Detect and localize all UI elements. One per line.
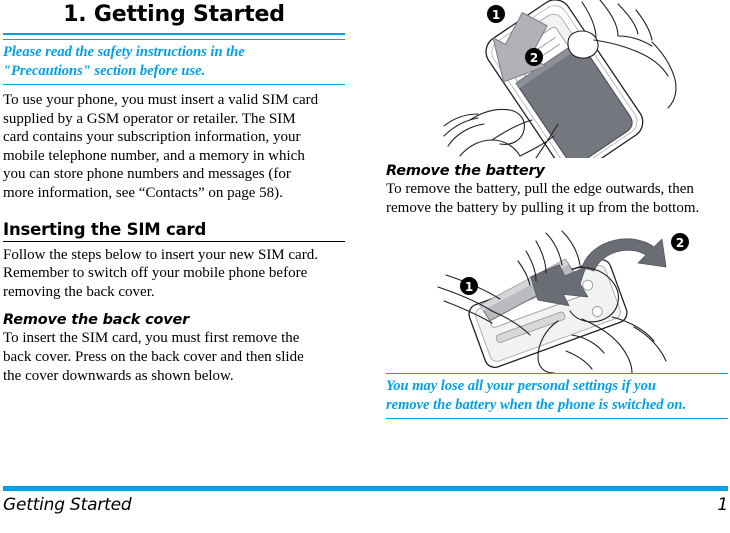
intro-line-3: card contains your subscription informat… (3, 129, 301, 146)
intro-line-6: more information, see “Contacts” on page… (3, 184, 283, 201)
sub-back-cover-line-2: back cover. Press on the back cover and … (3, 348, 304, 365)
illustration-remove-back-cover: 1 2 (443, 0, 677, 158)
section-heading-inserting-sim-card: Inserting the SIM card (3, 219, 207, 239)
warning-rule-bottom (386, 418, 728, 420)
page-footer: Getting Started 1 (3, 486, 728, 515)
section-line-3: removing the back cover. (3, 283, 155, 300)
manual-page: 1. Getting Started Please read the safet… (0, 0, 730, 533)
intro-line-2: supplied by a GSM operator or retailer. … (3, 110, 296, 127)
right-column: 1 2 Remove the battery To remove the bat… (386, 0, 728, 420)
section-paragraph: Follow the steps below to insert your ne… (3, 242, 345, 302)
intro-paragraph: To use your phone, you must insert a val… (3, 85, 345, 203)
badge-2-icon: 2 (525, 48, 543, 66)
safety-callout-line-2: "Precautions" section before use. (3, 63, 206, 79)
section-line-2: Remember to switch off your mobile phone… (3, 265, 308, 282)
footer-section-label: Getting Started (3, 495, 132, 515)
safety-callout: Please read the safety instructions in t… (3, 40, 345, 84)
illustration-remove-battery: 1 2 (437, 230, 689, 374)
left-column: 1. Getting Started Please read the safet… (3, 0, 345, 385)
badge-1-icon: 1 (487, 5, 505, 23)
badge-2-icon: 2 (671, 233, 689, 252)
footer-page-number: 1 (717, 495, 728, 515)
intro-line-5: you can store phone numbers and messages… (3, 166, 291, 183)
badge-1-label: 1 (465, 280, 473, 294)
sub-heading-remove-battery: Remove the battery (386, 163, 545, 179)
page-title: 1. Getting Started (63, 2, 285, 27)
sub-battery-line-2: remove the battery by pulling it up from… (386, 199, 700, 216)
intro-line-4: mobile telephone number, and a memory in… (3, 147, 305, 164)
intro-line-1: To use your phone, you must insert a val… (3, 92, 319, 108)
sub-paragraph-back-cover: To insert the SIM card, you must first r… (3, 329, 345, 385)
badge-2-label: 2 (676, 236, 684, 250)
badge-2-label: 2 (530, 51, 538, 65)
battery-warning-line-1: You may lose all your personal settings … (386, 378, 656, 395)
sub-heading-remove-back-cover: Remove the back cover (3, 312, 190, 329)
sub-paragraph-battery: To remove the battery, pull the edge out… (386, 180, 728, 217)
battery-warning-line-2: remove the battery when the phone is swi… (386, 397, 687, 414)
safety-callout-line-1: Please read the safety instructions in t… (3, 44, 245, 60)
badge-1-label: 1 (492, 8, 500, 22)
battery-warning: You may lose all your personal settings … (386, 374, 728, 418)
sub-battery-line-1: To remove the battery, pull the edge out… (386, 181, 694, 197)
sub-back-cover-line-3: the cover downwards as shown below. (3, 367, 234, 384)
badge-1-icon: 1 (460, 277, 478, 296)
section-line-1: Follow the steps below to insert your ne… (3, 246, 318, 263)
sub-back-cover-line-1: To insert the SIM card, you must first r… (3, 330, 300, 347)
